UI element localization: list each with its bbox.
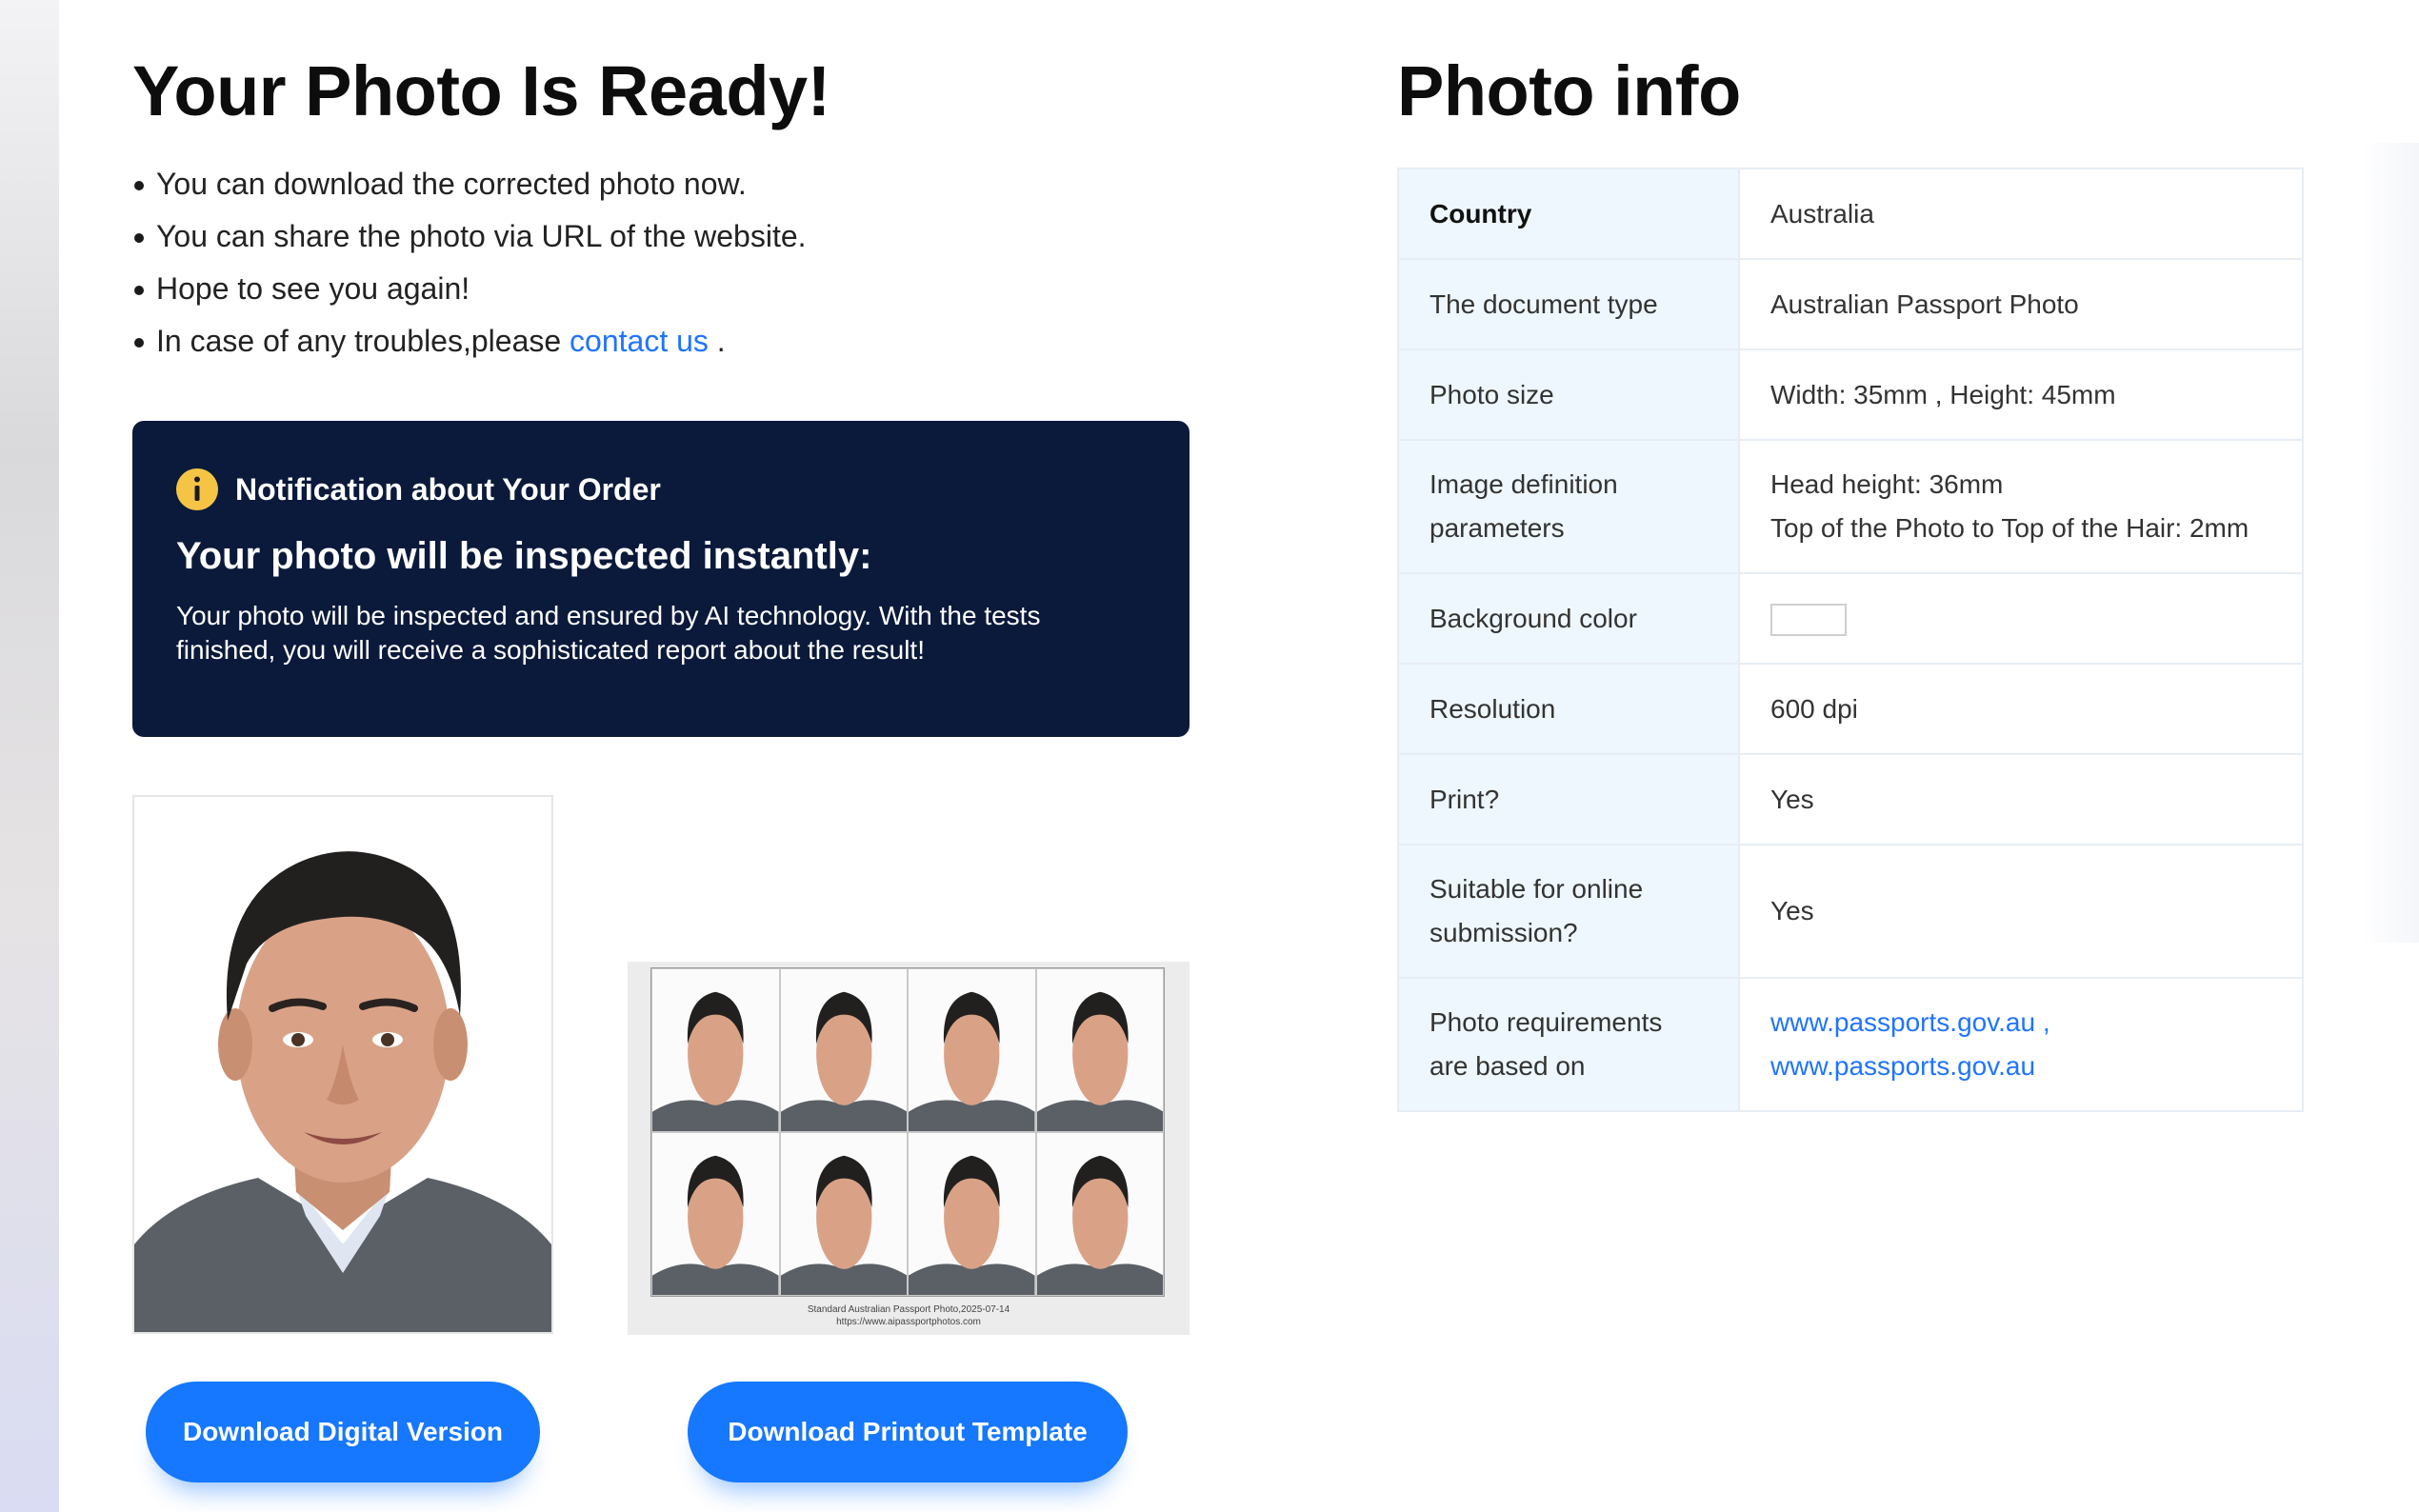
troubles-text: In case of any troubles,please <box>156 324 570 358</box>
info-bullet-list: You can download the corrected photo now… <box>132 158 1190 368</box>
sheet-photo <box>1035 968 1164 1132</box>
bullet-download: You can download the corrected photo now… <box>132 158 1190 210</box>
table-row: Print? Yes <box>1397 753 2304 846</box>
photo-info-title: Photo info <box>1397 51 1741 130</box>
photo-sheet-grid <box>650 967 1165 1297</box>
row-key: Photo requirements are based on <box>1397 977 1740 1112</box>
table-row: The document type Australian Passport Ph… <box>1397 258 2304 350</box>
printout-template-preview: Standard Australian Passport Photo,2025-… <box>628 962 1190 1335</box>
photo-info-table: Country Australia The document type Aust… <box>1397 168 2304 1112</box>
row-key: Suitable for online submission? <box>1397 844 1740 979</box>
passports-link-1[interactable]: www.passports.gov.au , <box>1770 1007 2050 1037</box>
notification-header: Notification about Your Order <box>176 468 1146 510</box>
table-row: Background color <box>1397 572 2304 665</box>
row-value <box>1738 572 2304 665</box>
sheet-photo <box>908 968 1036 1132</box>
row-key: Resolution <box>1397 663 1740 755</box>
left-edge-strip <box>0 0 59 1512</box>
head-height-value: Head height: 36mm <box>1770 469 2004 499</box>
table-row: Country Australia <box>1397 168 2304 260</box>
troubles-suffix: . <box>708 324 726 358</box>
background-color-swatch <box>1770 604 1847 637</box>
top-to-hair-value: Top of the Photo to Top of the Hair: 2mm <box>1770 513 2249 543</box>
row-value: Yes <box>1738 844 2304 979</box>
row-key: Background color <box>1397 572 1740 665</box>
info-icon <box>176 468 218 510</box>
notification-body: Your photo will be inspected and ensured… <box>176 601 1041 665</box>
sheet-photo <box>651 1132 780 1296</box>
sheet-caption-url: https://www.aipassportphotos.com <box>836 1317 981 1327</box>
digital-photo-preview <box>132 795 553 1334</box>
row-value: 600 dpi <box>1738 663 2304 755</box>
row-value: www.passports.gov.au , www.passports.gov… <box>1738 977 2304 1112</box>
result-section: Your Photo Is Ready! You can download th… <box>132 46 1190 1482</box>
contact-us-link[interactable]: contact us <box>570 324 709 358</box>
order-notification-panel: Notification about Your Order Your photo… <box>132 421 1190 737</box>
table-row: Photo requirements are based on www.pass… <box>1397 977 2304 1112</box>
row-value: Head height: 36mm Top of the Photo to To… <box>1738 439 2304 574</box>
passports-link-2[interactable]: www.passports.gov.au <box>1770 1051 2035 1081</box>
photo-info-section: Photo info Country Australia The documen… <box>1397 46 2304 1112</box>
sheet-photo <box>779 968 908 1132</box>
download-printout-button[interactable]: Download Printout Template <box>688 1382 1128 1482</box>
sheet-photo <box>908 1132 1036 1296</box>
table-row: Photo size Width: 35mm , Height: 45mm <box>1397 348 2304 441</box>
row-value: Australian Passport Photo <box>1738 258 2304 350</box>
page-title: Your Photo Is Ready! <box>132 51 830 130</box>
table-row: Resolution 600 dpi <box>1397 663 2304 755</box>
sheet-photo <box>651 968 780 1132</box>
bullet-share: You can share the photo via URL of the w… <box>132 210 1190 263</box>
download-digital-button[interactable]: Download Digital Version <box>146 1382 540 1482</box>
row-key: Photo size <box>1397 348 1740 441</box>
sheet-photo <box>1035 1132 1164 1296</box>
bullet-see-again: Hope to see you again! <box>132 263 1190 315</box>
row-value: Australia <box>1738 168 2304 260</box>
row-value: Yes <box>1738 753 2304 846</box>
notification-label: Notification about Your Order <box>235 471 661 507</box>
sheet-photo <box>779 1132 908 1296</box>
row-key: Print? <box>1397 753 1740 846</box>
table-row: Image definition parameters Head height:… <box>1397 439 2304 574</box>
row-key: The document type <box>1397 258 1740 350</box>
sheet-caption-title: Standard Australian Passport Photo,2025-… <box>807 1304 1010 1315</box>
bullet-troubles: In case of any troubles,please contact u… <box>132 315 1190 368</box>
table-row: Suitable for online submission? Yes <box>1397 844 2304 979</box>
row-value: Width: 35mm , Height: 45mm <box>1738 348 2304 441</box>
row-key: Country <box>1397 168 1740 260</box>
right-edge-fade <box>2362 143 2419 943</box>
notification-title: Your photo will be inspected instantly: <box>176 535 872 577</box>
row-key: Image definition parameters <box>1397 439 1740 574</box>
